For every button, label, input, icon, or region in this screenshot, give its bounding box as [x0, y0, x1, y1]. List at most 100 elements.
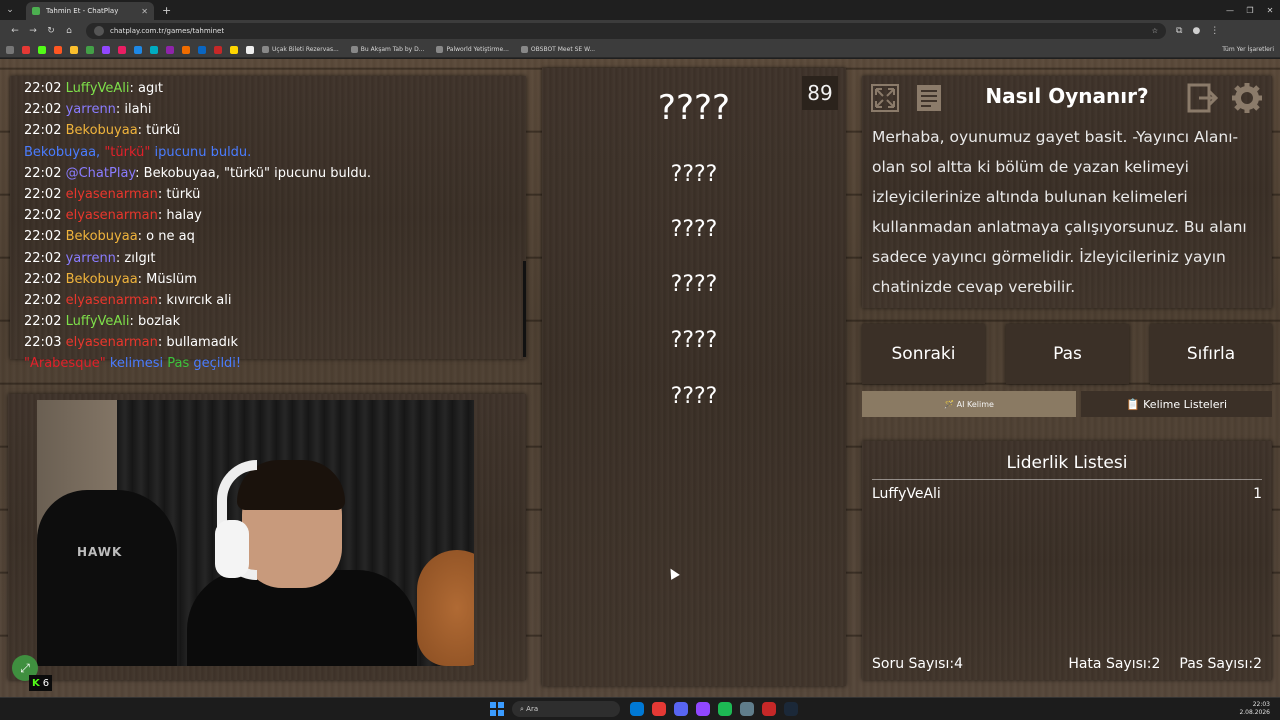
chrome-icon[interactable]	[652, 702, 666, 716]
app-icon[interactable]	[740, 702, 754, 716]
extensions-icon[interactable]: ⧉	[1176, 26, 1182, 36]
chat-username[interactable]: elyasenarman	[66, 293, 158, 308]
window-close-icon[interactable]: ✕	[1260, 0, 1280, 20]
webcam-panel: HAWK	[8, 394, 526, 680]
bookmark-item[interactable]: Uçak Bileti Rezervas...	[262, 46, 339, 53]
bookmark-icon[interactable]	[246, 45, 254, 54]
site-info-icon[interactable]	[94, 26, 104, 36]
bookmark-icon[interactable]	[198, 45, 206, 54]
how-to-play-panel: Nasıl Oynanır? Merhaba, oyunumuz gayet b…	[862, 76, 1272, 308]
chat-system-message: Bekobuyaa, "türkü" ipucunu buldu.	[24, 142, 512, 163]
browser-menu-icon[interactable]: ⋮	[1210, 26, 1219, 36]
tab-active[interactable]: Tahmin Et - ChatPlay ✕	[26, 2, 154, 20]
game-stage: 22:02 LuffyVeAli: agıt 22:02 yarrenn: ila…	[0, 59, 1280, 697]
obs-icon[interactable]	[762, 702, 776, 716]
reload-icon[interactable]: ↻	[42, 26, 60, 36]
bookmark-icon[interactable]	[86, 45, 94, 54]
discord-icon[interactable]	[674, 702, 688, 716]
settings-gear-icon[interactable]	[1230, 81, 1264, 115]
word-lists-button[interactable]: 📋 Kelime Listeleri	[1081, 391, 1272, 417]
chat-scrollbar[interactable]	[523, 261, 526, 357]
kick-viewer-count: K6	[29, 675, 53, 691]
steam-icon[interactable]	[784, 702, 798, 716]
chat-message: 22:02 Bekobuyaa: o ne aq	[24, 226, 512, 247]
chat-text: : türkü	[137, 123, 181, 139]
fullscreen-icon[interactable]	[868, 81, 902, 115]
spotify-icon[interactable]	[718, 702, 732, 716]
chat-message: 22:02 Bekobuyaa: türkü	[24, 120, 512, 141]
clock-time: 22:03	[1252, 701, 1270, 708]
system-message-part: "türkü"	[104, 144, 151, 160]
bookmark-item[interactable]: Bu Akşam Tab by D...	[350, 46, 424, 53]
chat-time: 22:03	[24, 335, 62, 351]
tab-search-icon[interactable]: ⌄	[0, 0, 20, 20]
chat-username[interactable]: elyasenarman	[66, 187, 158, 202]
bookmark-icon[interactable]	[102, 45, 110, 54]
leaderboard-score: 1	[1253, 486, 1262, 502]
gaming-chair	[37, 490, 177, 666]
bookmark-icon[interactable]	[54, 45, 62, 54]
pass-button[interactable]: Pas	[1006, 324, 1129, 384]
back-icon[interactable]: ←	[6, 26, 24, 36]
chat-message: 22:02 @ChatPlay: Bekobuyaa, "türkü" ipuc…	[24, 163, 512, 184]
word-panel: 89 ???? ???? ???? ???? ???? ????	[542, 68, 846, 686]
bookmark-icon[interactable]	[70, 45, 78, 54]
bookmark-icon[interactable]	[150, 45, 158, 54]
bookmark-icon[interactable]	[166, 45, 174, 54]
chat-username[interactable]: elyasenarman	[66, 208, 158, 223]
home-icon[interactable]: ⌂	[60, 26, 78, 36]
chat-username[interactable]: Bekobuyaa	[66, 123, 138, 138]
chat-text: : bozlak	[129, 314, 181, 330]
system-message-part: "Arabesque"	[24, 356, 106, 372]
chat-username[interactable]: Bekobuyaa	[66, 229, 138, 244]
leaderboard-panel: Liderlik Listesi LuffyVeAli 1 Soru Sayıs…	[862, 441, 1272, 680]
bookmark-item[interactable]: Palworld Yetiştirme...	[436, 46, 509, 53]
chat-text: : bullamadık	[157, 335, 239, 351]
maximize-icon[interactable]: ❐	[1240, 0, 1260, 20]
profile-avatar[interactable]: ●	[1192, 26, 1200, 36]
forward-icon[interactable]: →	[24, 26, 42, 36]
new-tab-icon[interactable]: +	[162, 4, 171, 17]
bookmark-icon[interactable]	[230, 45, 238, 54]
chat-username[interactable]: LuffyVeAli	[66, 314, 130, 329]
next-button[interactable]: Sonraki	[862, 324, 985, 384]
bookmark-icon[interactable]	[214, 45, 222, 54]
guitar	[417, 550, 474, 666]
chat-message: 22:03 elyasenarman: bullamadık	[24, 332, 512, 353]
bookmark-item[interactable]: OBSBOT Meet SE W...	[520, 46, 595, 53]
windows-start-icon[interactable]	[490, 702, 504, 716]
forbidden-word: ????	[670, 217, 718, 242]
chat-username[interactable]: yarrenn	[66, 102, 116, 117]
bookmark-icon[interactable]	[22, 45, 30, 54]
chat-text: : Bekobuyaa, "türkü" ipucunu buldu.	[135, 165, 371, 181]
chat-username[interactable]: elyasenarman	[66, 335, 158, 350]
edge-icon[interactable]	[630, 702, 644, 716]
tab-title: Tahmin Et - ChatPlay	[46, 7, 119, 15]
chat-username[interactable]: @ChatPlay	[66, 166, 136, 181]
url-bar[interactable]: chatplay.com.tr/games/tahminet ☆	[86, 23, 1166, 39]
tab-close-icon[interactable]: ✕	[141, 7, 148, 16]
reset-button[interactable]: Sıfırla	[1150, 324, 1272, 384]
bookmark-star-icon[interactable]: ☆	[1152, 27, 1158, 35]
bookmark-icon[interactable]	[118, 45, 126, 54]
chat-time: 22:02	[24, 314, 62, 330]
chat-text: : zılgıt	[115, 250, 156, 266]
all-bookmarks[interactable]: Tüm Yer İşaretleri	[1222, 46, 1274, 53]
taskbar-search[interactable]: ⌕ Ara	[512, 701, 620, 717]
system-message-part: Bekobuyaa,	[24, 144, 105, 160]
apps-icon[interactable]	[6, 45, 14, 54]
chat-username[interactable]: yarrenn	[66, 251, 116, 266]
rules-document-icon[interactable]	[912, 81, 946, 115]
how-to-play-header: Nasıl Oynanır?	[862, 76, 1272, 120]
minimize-icon[interactable]: —	[1220, 0, 1240, 20]
logout-icon[interactable]	[1186, 81, 1220, 115]
chat-username[interactable]: LuffyVeAli	[66, 81, 130, 96]
bookmark-icon[interactable]	[182, 45, 190, 54]
twitch-icon[interactable]	[696, 702, 710, 716]
bookmark-icon[interactable]	[134, 45, 142, 54]
bookmark-icon[interactable]	[38, 45, 46, 54]
ai-word-button[interactable]: 🪄 AI Kelime	[862, 391, 1076, 417]
taskbar-clock[interactable]: 22:03 2.08.2026	[1239, 701, 1270, 717]
system-message-part: Pas	[167, 356, 190, 372]
chat-username[interactable]: Bekobuyaa	[66, 272, 138, 287]
